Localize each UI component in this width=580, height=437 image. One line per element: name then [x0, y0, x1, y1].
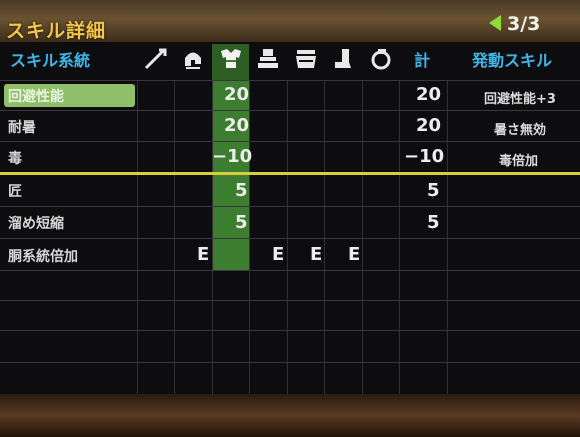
active-skill-separator: [0, 172, 580, 175]
grid-line: [0, 80, 580, 81]
title-bar: スキル詳細 3/3: [0, 0, 580, 43]
skill-name: 溜め短縮: [8, 216, 64, 232]
screen-bezel: [0, 394, 580, 437]
arms-icon: [255, 46, 281, 72]
active-skill: 回避性能+3: [484, 92, 556, 107]
page-indicator: 3/3: [507, 13, 541, 35]
skill-name: 匠: [8, 184, 22, 200]
grid-line: [174, 80, 175, 394]
total-value: 5: [427, 212, 440, 233]
helm-icon: [180, 46, 206, 72]
chest-value: 20: [224, 115, 250, 136]
selected-column: [212, 80, 249, 270]
skill-name: 毒: [8, 151, 22, 167]
active-skill: 暑さ無効: [494, 123, 547, 138]
grid-line: [0, 206, 580, 207]
grid-line: [0, 362, 580, 363]
grid-line: [0, 330, 580, 331]
skill-name: 胴系統倍加: [8, 249, 78, 265]
grid-line: [0, 270, 580, 271]
chest-value: 5: [235, 180, 248, 201]
legs-value: E: [348, 244, 361, 265]
charm-icon: [368, 46, 394, 72]
waist-icon: [293, 46, 319, 72]
active-skill: 毒倍加: [499, 154, 539, 169]
active-skill-header: 発動スキル: [472, 51, 553, 70]
arms-value: E: [272, 244, 285, 265]
weapon-icon: [143, 46, 169, 72]
total-value: −10: [404, 146, 445, 167]
grid-line: [0, 300, 580, 301]
grid-line: [399, 80, 400, 394]
grid-line: [362, 80, 363, 394]
skill-name: 回避性能: [8, 89, 64, 105]
skill-tree-header: スキル系統: [10, 51, 91, 70]
grid-line: [0, 110, 580, 111]
waist-value: E: [310, 244, 323, 265]
helm-value: E: [197, 244, 210, 265]
grid-line: [287, 80, 288, 394]
grid-line: [0, 141, 580, 142]
legs-icon: [330, 46, 356, 72]
grid-line: [212, 80, 213, 394]
total-value: 20: [416, 115, 442, 136]
grid-line: [249, 80, 250, 394]
page-prev-arrow-icon[interactable]: [489, 15, 501, 31]
total-value: 20: [416, 84, 442, 105]
total-header: 計: [414, 51, 431, 70]
grid-line: [447, 80, 448, 394]
grid-line: [324, 80, 325, 394]
chest-icon: [218, 46, 244, 72]
chest-value: −10: [212, 146, 253, 167]
screen-title: スキル詳細: [6, 20, 107, 42]
grid-line: [0, 238, 580, 239]
chest-value: 20: [224, 84, 250, 105]
chest-value: 5: [235, 212, 248, 233]
grid-line: [137, 80, 138, 394]
skill-name: 耐暑: [8, 120, 36, 136]
total-value: 5: [427, 180, 440, 201]
